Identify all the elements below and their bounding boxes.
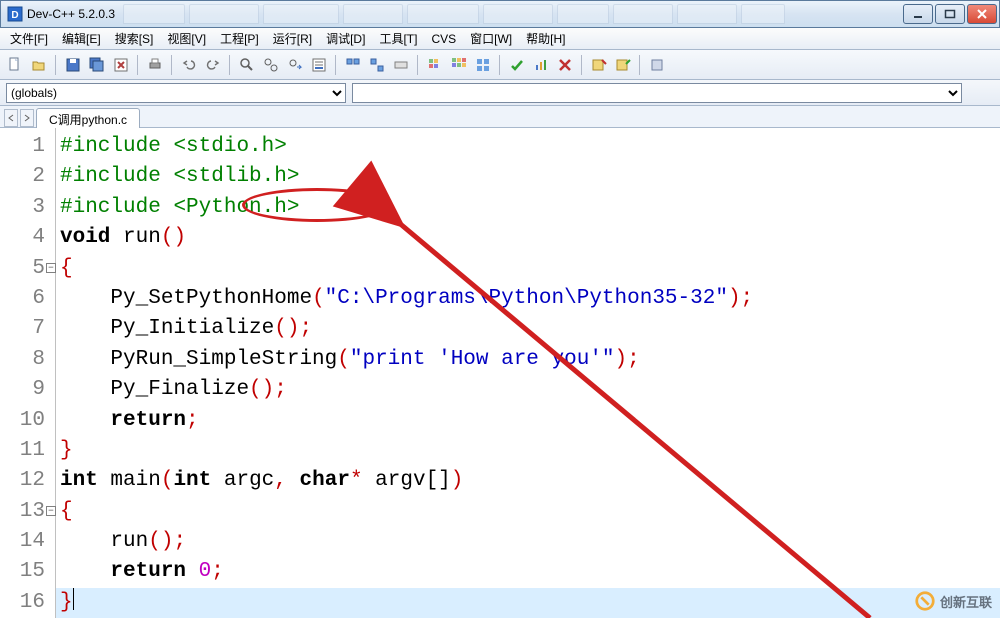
- redo-icon[interactable]: [202, 54, 224, 76]
- menu-tools[interactable]: 工具[T]: [373, 28, 423, 49]
- open-file-icon[interactable]: [28, 54, 50, 76]
- compile-icon[interactable]: [342, 54, 364, 76]
- minimize-button[interactable]: [903, 4, 933, 24]
- class-browser-row: (globals): [0, 80, 1000, 106]
- menu-file[interactable]: 文件[F]: [4, 28, 54, 49]
- find-next-icon[interactable]: [284, 54, 306, 76]
- editor-tabs: C调用python.c: [0, 106, 1000, 128]
- syntax-check-icon[interactable]: [472, 54, 494, 76]
- profile-icon[interactable]: [530, 54, 552, 76]
- app-icon: D: [7, 6, 23, 22]
- delete-profile-icon[interactable]: [554, 54, 576, 76]
- menu-search[interactable]: 搜索[S]: [109, 28, 160, 49]
- tab-label: C调用python.c: [49, 113, 127, 127]
- project-options-icon[interactable]: [646, 54, 668, 76]
- fold-marker-icon[interactable]: −: [46, 263, 56, 273]
- watermark-text: 创新互联: [940, 592, 992, 611]
- menu-run[interactable]: 运行[R]: [267, 28, 318, 49]
- find-icon[interactable]: [236, 54, 258, 76]
- code-area[interactable]: #include <stdio.h> #include <stdlib.h> #…: [56, 128, 1000, 618]
- menu-debug[interactable]: 调试[D]: [320, 28, 371, 49]
- menu-view[interactable]: 视图[V]: [161, 28, 212, 49]
- menu-bar: 文件[F] 编辑[E] 搜索[S] 视图[V] 工程[P] 运行[R] 调试[D…: [0, 28, 1000, 50]
- fold-marker-icon[interactable]: −: [46, 506, 56, 516]
- close-file-icon[interactable]: [110, 54, 132, 76]
- background-window-tabs: [123, 4, 903, 24]
- save-all-icon[interactable]: [86, 54, 108, 76]
- insert-project-icon[interactable]: [612, 54, 634, 76]
- title-bar: D Dev-C++ 5.2.0.3: [0, 0, 1000, 28]
- tab-prev-icon[interactable]: [4, 109, 18, 127]
- scope-select[interactable]: (globals): [6, 83, 346, 103]
- window-title: Dev-C++ 5.2.0.3: [27, 7, 123, 21]
- code-editor[interactable]: 1 2 3 4 5− 6 7 8 9 10 11 12 13− 14 15 16…: [0, 128, 1000, 618]
- menu-help[interactable]: 帮助[H]: [520, 28, 571, 49]
- debug-check-icon[interactable]: [506, 54, 528, 76]
- print-icon[interactable]: [144, 54, 166, 76]
- line-number-gutter: 1 2 3 4 5− 6 7 8 9 10 11 12 13− 14 15 16: [0, 128, 56, 618]
- watermark: 创新互联: [914, 590, 992, 612]
- toolbar: [0, 50, 1000, 80]
- rebuild-icon[interactable]: [424, 54, 446, 76]
- maximize-button[interactable]: [935, 4, 965, 24]
- compile-run-icon[interactable]: [390, 54, 412, 76]
- menu-window[interactable]: 窗口[W]: [464, 28, 518, 49]
- menu-cvs[interactable]: CVS: [425, 30, 462, 48]
- run-icon[interactable]: [366, 54, 388, 76]
- tab-next-icon[interactable]: [20, 109, 34, 127]
- editor-tab-active[interactable]: C调用python.c: [36, 108, 140, 128]
- goto-line-icon[interactable]: [308, 54, 330, 76]
- replace-icon[interactable]: [260, 54, 282, 76]
- save-icon[interactable]: [62, 54, 84, 76]
- svg-text:D: D: [11, 10, 18, 21]
- menu-edit[interactable]: 编辑[E]: [56, 28, 107, 49]
- new-file-icon[interactable]: [4, 54, 26, 76]
- undo-icon[interactable]: [178, 54, 200, 76]
- new-project-icon[interactable]: [588, 54, 610, 76]
- member-select[interactable]: [352, 83, 962, 103]
- menu-project[interactable]: 工程[P]: [214, 28, 265, 49]
- close-button[interactable]: [967, 4, 997, 24]
- rebuild-all-icon[interactable]: [448, 54, 470, 76]
